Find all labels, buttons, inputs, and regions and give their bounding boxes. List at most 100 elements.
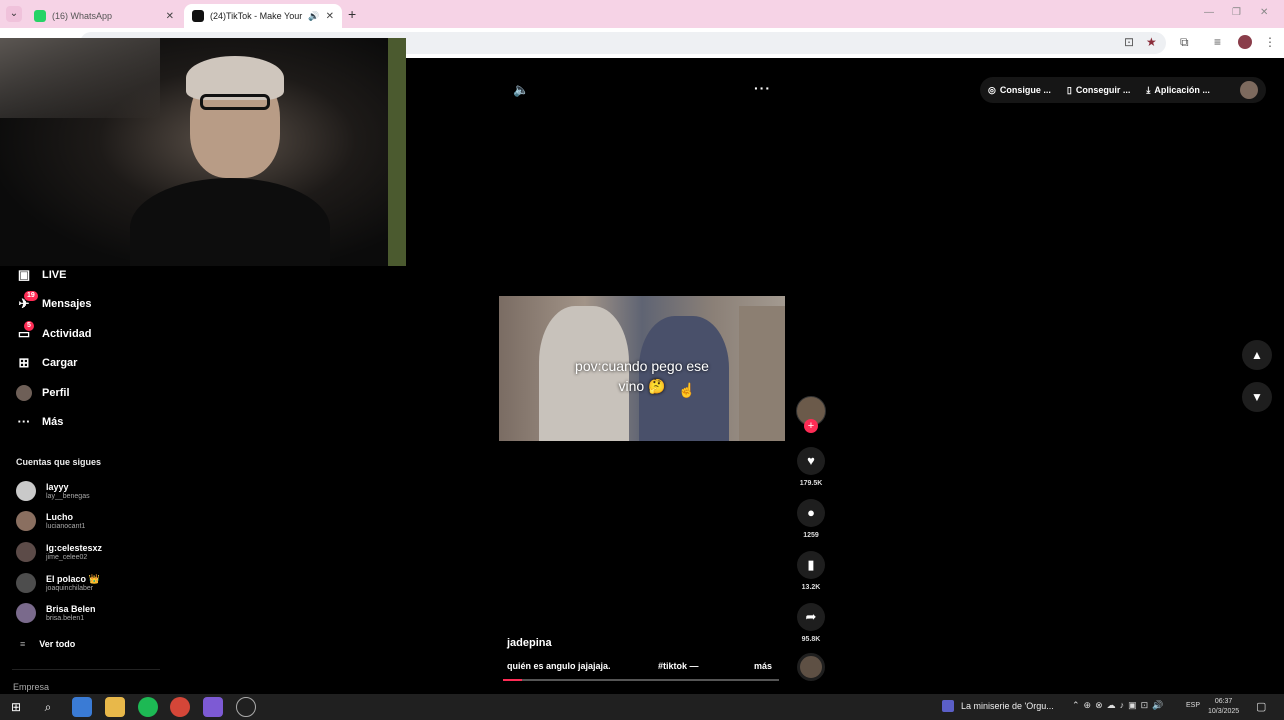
copilot-icon[interactable]	[72, 697, 92, 717]
button-label: Aplicación ...	[1154, 85, 1210, 95]
chevron-down-icon: ▼	[1251, 390, 1263, 404]
chrome-icon[interactable]	[170, 697, 190, 717]
spotify-icon[interactable]	[138, 697, 158, 717]
following-account-el-polaco[interactable]: El polaco 👑 joaquinchilaber	[16, 573, 100, 593]
bookmark-icon: ▮	[797, 551, 825, 579]
share-icon: ➦	[797, 603, 825, 631]
activity-icon: ▭ 5	[16, 321, 34, 342]
notification-center-icon[interactable]: ▢	[1256, 700, 1266, 713]
tab-title: (24)TikTok - Make Your Day	[210, 11, 304, 21]
account-handle: brisa.belen1	[46, 614, 85, 622]
see-all-label: Ver todo	[39, 639, 76, 649]
browser-profile-avatar[interactable]	[1238, 35, 1252, 49]
close-tab-icon[interactable]: ✕	[326, 11, 334, 22]
clock[interactable]: 06:37 10/3/2025	[1208, 697, 1239, 717]
sidebar-item-label: Actividad	[42, 328, 92, 340]
next-video-button[interactable]: ▼	[1242, 382, 1272, 412]
following-account-lucho[interactable]: Lucho lucianocant1	[16, 511, 85, 531]
profile-icon	[16, 385, 32, 401]
avatar	[16, 511, 36, 531]
get-app-button[interactable]: ▯ Conseguir ...	[1067, 85, 1130, 96]
account-name: layyy	[46, 481, 69, 492]
comment-count: 1259	[803, 532, 819, 539]
news-text: La miniserie de 'Orgu...	[961, 701, 1054, 711]
video-caption: pov:cuando pego ese vino 🤔	[499, 356, 785, 396]
restore-icon[interactable]: ❐	[1232, 7, 1241, 18]
windows-taskbar: ⊞ ⌕ La miniserie de 'Orgu... ⌃⊕⊗☁♪▣⊡🔊 ES…	[0, 694, 1284, 720]
button-label: Conseguir ...	[1075, 85, 1131, 95]
sidebar-divider	[12, 669, 160, 670]
webcam-background-plant	[388, 38, 406, 266]
discord-icon[interactable]	[203, 697, 223, 717]
tab-tiktok[interactable]: (24)TikTok - Make Your Day 🔊 ✕	[184, 4, 342, 28]
desktop-app-button[interactable]: ⤓ Aplicación ...	[1146, 85, 1210, 96]
see-all-following-button[interactable]: ≡ Ver todo	[20, 639, 75, 649]
following-account-brisa-belen[interactable]: Brisa Belen brisa.belen1	[16, 603, 96, 623]
save-button[interactable]: ▮ 13.2K	[796, 551, 826, 591]
video-hashtag[interactable]: #tiktok —	[658, 661, 699, 671]
sidebar-item-label: Mensajes	[42, 298, 92, 310]
sidebar-item-upload[interactable]: ⊞ Cargar	[16, 355, 78, 371]
video-description: quién es angulo jajajaja.	[507, 661, 611, 671]
system-tray-icons[interactable]: ⌃⊕⊗☁♪▣⊡🔊	[1072, 700, 1167, 711]
get-coins-button[interactable]: ◎ Consigue ...	[988, 85, 1051, 96]
caption-line: pov:cuando pego ese	[575, 358, 709, 374]
music-disc-icon[interactable]	[797, 653, 825, 681]
close-window-icon[interactable]: ✕	[1260, 7, 1268, 18]
tab-title: (16) WhatsApp	[52, 11, 113, 21]
share-button[interactable]: ➦ 95.8K	[796, 603, 826, 643]
install-app-icon[interactable]: ⊡	[1124, 35, 1134, 49]
search-icon[interactable]: ⌕	[38, 697, 58, 717]
windows-start-icon[interactable]: ⊞	[6, 697, 26, 717]
like-count: 179.5K	[799, 480, 823, 487]
minimize-icon[interactable]: —	[1204, 7, 1214, 18]
taskbar-news-widget[interactable]: La miniserie de 'Orgu...	[942, 700, 1054, 712]
tab-whatsapp[interactable]: (16) WhatsApp ✕	[26, 4, 182, 28]
sidebar-item-more[interactable]: ··· Más	[16, 414, 64, 430]
tab-search-button[interactable]: ⌄	[6, 6, 22, 22]
comment-button[interactable]: ● 1259	[796, 499, 826, 539]
browser-menu-icon[interactable]: ⋮	[1264, 35, 1276, 49]
messages-icon: ✈ 19	[16, 291, 38, 312]
sidebar-item-live[interactable]: ▣ LIVE	[16, 267, 67, 283]
account-handle: joaquinchilaber	[46, 584, 94, 592]
previous-video-button[interactable]: ▲	[1242, 340, 1272, 370]
tab-audio-icon[interactable]: 🔊	[308, 11, 319, 22]
webcam-person-glasses	[200, 94, 270, 110]
more-icon: ···	[17, 414, 31, 429]
webcam-person-body	[130, 178, 330, 266]
avatar	[16, 481, 36, 501]
following-account-celestesxz[interactable]: lg:celestesxz jime_celee02	[16, 542, 102, 562]
video-player[interactable]: pov:cuando pego ese vino 🤔	[499, 296, 785, 441]
extensions-icon[interactable]: ⧉	[1180, 35, 1189, 50]
like-button[interactable]: ♥ 179.5K	[796, 447, 826, 487]
obs-icon[interactable]	[236, 697, 256, 717]
activity-badge: 5	[24, 321, 34, 331]
avatar	[16, 573, 36, 593]
close-tab-icon[interactable]: ✕	[166, 11, 174, 22]
mouse-pointer-icon: ☝	[678, 382, 696, 398]
sidebar-item-label: LIVE	[42, 269, 67, 281]
media-control-icon[interactable]: ≡	[1214, 35, 1221, 49]
description-more-button[interactable]: más	[754, 661, 772, 671]
account-name: El polaco 👑	[46, 573, 100, 584]
language-indicator[interactable]: ESP	[1186, 702, 1200, 709]
sidebar-item-profile[interactable]: Perfil	[16, 385, 70, 401]
company-link[interactable]: Empresa	[13, 682, 49, 692]
sidebar-item-activity[interactable]: ▭ 5 Actividad	[16, 321, 92, 342]
video-more-options-icon[interactable]: ···	[754, 80, 771, 96]
tiktok-favicon-icon	[192, 10, 204, 22]
video-author[interactable]: jadepina	[507, 637, 552, 649]
sidebar-item-messages[interactable]: ✈ 19 Mensajes	[16, 291, 92, 312]
volume-icon[interactable]: 🔈	[513, 82, 529, 98]
new-tab-button[interactable]: +	[348, 6, 356, 22]
webcam-light	[0, 38, 160, 118]
following-account-layyy[interactable]: layyy lay__benegas	[16, 481, 90, 501]
file-explorer-icon[interactable]	[105, 697, 125, 717]
bookmark-star-icon[interactable]: ★	[1146, 35, 1157, 49]
user-avatar[interactable]	[1240, 81, 1258, 99]
screen: { "browser": { "tabs": [ {"title": "(16)…	[0, 0, 1284, 720]
top-actions-bar: ◎ Consigue ... ▯ Conseguir ... ⤓ Aplicación…	[980, 77, 1266, 103]
video-progress-bar[interactable]	[503, 679, 779, 681]
follow-plus-icon[interactable]: +	[804, 419, 818, 433]
